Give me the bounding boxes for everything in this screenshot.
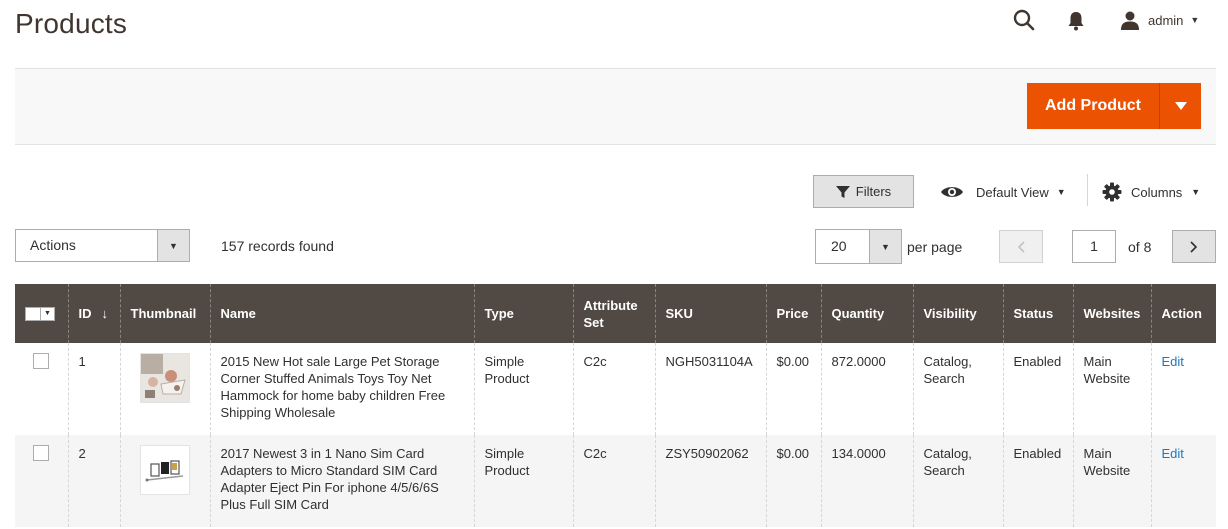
columns-button[interactable]: Columns ▼ (1102, 178, 1200, 206)
eye-icon (941, 187, 963, 197)
current-page-input[interactable]: 1 (1072, 230, 1116, 263)
divider (1087, 174, 1088, 206)
column-header-price[interactable]: Price (765, 284, 821, 343)
row-checkbox[interactable] (33, 353, 49, 369)
sort-descending-icon: ↓ (101, 306, 109, 321)
cell-id: 1 (67, 343, 120, 435)
grid-header-row: ▼ ID ↓ Thumbnail Name Type Attribute Set … (15, 284, 1216, 343)
cell-type: Simple Product (473, 435, 573, 527)
add-product-label[interactable]: Add Product (1027, 83, 1159, 129)
columns-label: Columns (1131, 184, 1183, 200)
triangle-down-icon (1174, 102, 1187, 110)
column-header-websites[interactable]: Websites (1072, 284, 1151, 343)
cell-type: Simple Product (473, 343, 573, 435)
product-thumbnail-image[interactable] (140, 445, 190, 495)
cell-quantity: 134.0000 (820, 435, 913, 527)
cell-websites: Main Website (1072, 343, 1151, 435)
gear-icon (1102, 182, 1122, 202)
chevron-right-icon (1190, 240, 1198, 253)
chevron-down-icon[interactable]: ▼ (869, 230, 901, 263)
product-thumbnail-image[interactable] (140, 353, 190, 403)
column-header-action: Action (1150, 284, 1216, 343)
cell-websites: Main Website (1072, 435, 1151, 527)
edit-link[interactable]: Edit (1162, 446, 1184, 461)
column-header-status[interactable]: Status (1002, 284, 1073, 343)
search-icon[interactable] (1012, 8, 1036, 32)
column-header-thumbnail: Thumbnail (119, 284, 210, 343)
per-page-select[interactable]: 20 ▼ (815, 229, 902, 264)
cell-status: Enabled (1002, 343, 1073, 435)
cell-visibility: Catalog, Search (912, 343, 1003, 435)
table-row[interactable]: 2 2017 Newest 3 in 1 Nano Sim Card Adapt… (15, 435, 1216, 527)
table-row[interactable]: 1 2015 New Hot sale Large Pet Storage Co… (15, 343, 1216, 435)
user-name: admin (1148, 12, 1184, 28)
cell-sku: ZSY50902062 (654, 435, 766, 527)
column-header-attribute-set[interactable]: Attribute Set (572, 284, 655, 343)
filters-button[interactable]: Filters (813, 175, 914, 208)
cell-status: Enabled (1002, 435, 1073, 527)
records-found: 157 records found (221, 238, 334, 254)
column-header-type[interactable]: Type (473, 284, 573, 343)
cell-id: 2 (67, 435, 120, 527)
user-menu[interactable]: admin ▼ (1120, 8, 1199, 32)
cell-attribute-set: C2c (572, 343, 655, 435)
per-page-value: 20 (831, 238, 847, 254)
notifications-bell-icon[interactable] (1066, 10, 1086, 32)
add-product-button[interactable]: Add Product (1027, 83, 1201, 129)
cell-quantity: 872.0000 (820, 343, 913, 435)
cell-thumbnail[interactable] (119, 343, 210, 435)
cell-attribute-set: C2c (572, 435, 655, 527)
cell-thumbnail[interactable] (119, 435, 210, 527)
column-header-quantity[interactable]: Quantity (820, 284, 913, 343)
next-page-button[interactable] (1172, 230, 1216, 263)
mass-actions-select[interactable]: Actions ▼ (15, 229, 190, 262)
cell-name: 2015 New Hot sale Large Pet Storage Corn… (209, 343, 474, 435)
column-header-visibility[interactable]: Visibility (912, 284, 1003, 343)
page-title: Products (15, 8, 128, 39)
column-header-name[interactable]: Name (209, 284, 474, 343)
column-header-sku[interactable]: SKU (654, 284, 766, 343)
chevron-down-icon: ▼ (1190, 15, 1200, 25)
select-all-checkbox[interactable] (25, 306, 41, 321)
view-switcher[interactable]: Default View ▼ (940, 178, 1066, 206)
edit-link[interactable]: Edit (1162, 354, 1184, 369)
column-header-id[interactable]: ID ↓ (67, 284, 120, 343)
filters-label: Filters (855, 184, 892, 199)
cell-sku: NGH5031104A (654, 343, 766, 435)
per-page-label: per page (907, 239, 963, 255)
chevron-left-icon (1017, 240, 1025, 253)
row-checkbox[interactable] (33, 445, 49, 461)
chevron-down-icon[interactable]: ▼ (41, 306, 55, 321)
funnel-icon (835, 185, 850, 198)
cell-name: 2017 Newest 3 in 1 Nano Sim Card Adapter… (209, 435, 474, 527)
cell-price: $0.00 (765, 435, 821, 527)
products-grid: ▼ ID ↓ Thumbnail Name Type Attribute Set … (15, 284, 1216, 527)
total-pages-label: of 8 (1128, 239, 1152, 255)
previous-page-button[interactable] (999, 230, 1043, 263)
user-icon (1121, 11, 1139, 30)
cell-price: $0.00 (765, 343, 821, 435)
add-product-dropdown-toggle[interactable] (1159, 83, 1201, 129)
chevron-down-icon: ▼ (1056, 187, 1066, 197)
actions-label: Actions (30, 237, 76, 253)
chevron-down-icon: ▼ (1191, 187, 1201, 197)
view-label: Default View (976, 184, 1049, 200)
select-all-header[interactable]: ▼ (15, 284, 68, 343)
chevron-down-icon[interactable]: ▼ (157, 230, 189, 261)
cell-visibility: Catalog, Search (912, 435, 1003, 527)
